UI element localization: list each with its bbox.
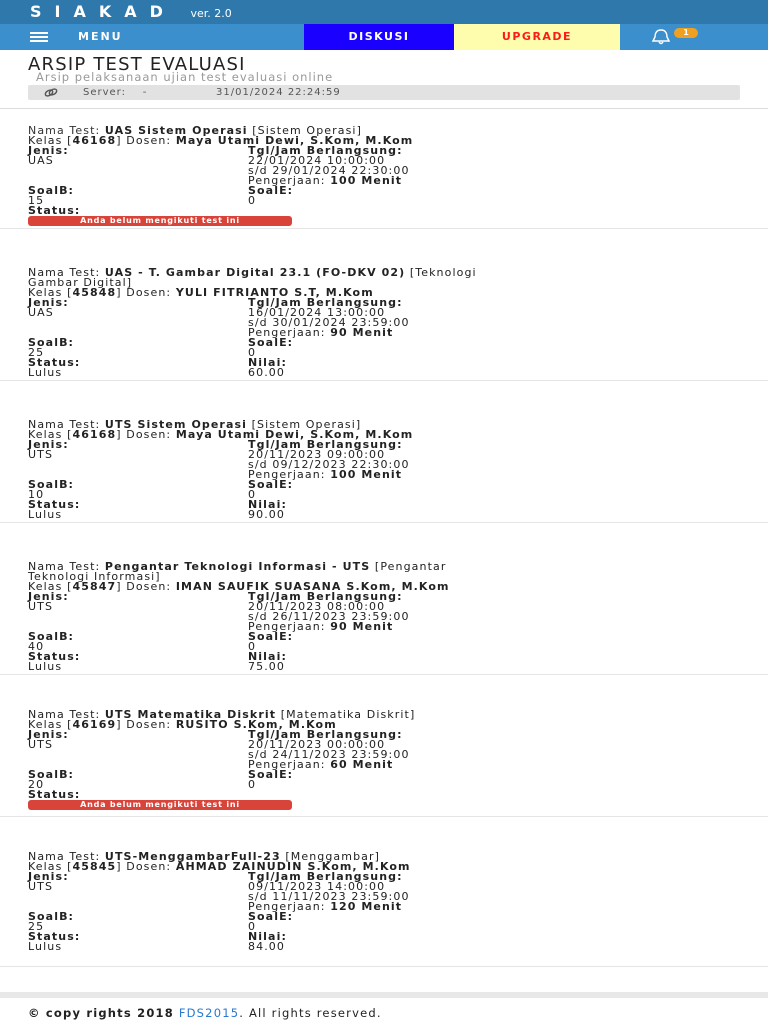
brand-name: SIAKAD	[30, 2, 176, 21]
test-card: Nama Test: Pengantar Teknologi Informasi…	[0, 522, 768, 675]
footer: © copy rights 2018 FDS2015. All rights r…	[0, 992, 768, 1024]
nav-bar: MENU DISKUSI UPGRADE 1	[0, 24, 768, 50]
nilai-value: 90.00	[248, 508, 285, 521]
not-taken-badge: Anda belum mengikuti test ini	[28, 800, 292, 810]
status-value: Lulus	[28, 366, 63, 379]
diskusi-button[interactable]: DISKUSI	[304, 24, 454, 50]
jenis-value: UTS	[28, 738, 54, 751]
not-taken-badge: Anda belum mengikuti test ini	[28, 216, 292, 226]
bell-icon[interactable]	[650, 29, 672, 45]
nilai-value: 60.00	[248, 366, 285, 379]
jenis-value: UAS	[28, 154, 54, 167]
test-card: Nama Test: UTS Sistem Operasi [Sistem Op…	[0, 380, 768, 523]
link-icon	[44, 88, 58, 97]
notification-badge: 1	[674, 28, 698, 38]
top-bar: SIAKAD ver. 2.0	[0, 0, 768, 24]
server-time: 31/01/2024 22:24:59	[216, 87, 341, 98]
jenis-value: UAS	[28, 306, 54, 319]
copyright-text: © copy rights 2018 FDS2015. All rights r…	[28, 1006, 382, 1020]
footer-link[interactable]: FDS2015	[179, 1006, 239, 1020]
status-value: Lulus	[28, 660, 63, 673]
menu-button[interactable]: MENU	[0, 24, 180, 50]
menu-label: MENU	[78, 30, 123, 43]
app-version: ver. 2.0	[190, 7, 232, 20]
jenis-value: UTS	[28, 880, 54, 893]
test-name-row: Nama Test: UAS - T. Gambar Digital 23.1 …	[28, 266, 477, 279]
test-card: Nama Test: UAS - T. Gambar Digital 23.1 …	[0, 228, 768, 381]
app-brand[interactable]: SIAKAD ver. 2.0	[30, 2, 232, 24]
jenis-value: UTS	[28, 448, 54, 461]
status-value: Lulus	[28, 940, 63, 953]
hamburger-icon	[30, 32, 48, 42]
page-header: ARSIP TEST EVALUASI Arsip pelaksanaan uj…	[0, 50, 768, 109]
test-card: Nama Test: UTS-MenggambarFull-23 [Mengga…	[0, 816, 768, 967]
upgrade-button[interactable]: UPGRADE	[454, 24, 620, 50]
status-value: Lulus	[28, 508, 63, 521]
soale-value: 0	[248, 194, 257, 207]
server-label: Server: -	[83, 87, 148, 98]
nilai-value: 75.00	[248, 660, 285, 673]
jenis-value: UTS	[28, 600, 54, 613]
page-subtitle: Arsip pelaksanaan ujian test evaluasi on…	[36, 70, 334, 84]
nilai-value: 84.00	[248, 940, 285, 953]
test-card: Nama Test: UTS Matematika Diskrit [Matem…	[0, 674, 768, 817]
soale-value: 0	[248, 778, 257, 791]
test-card: Nama Test: UAS Sistem Operasi [Sistem Op…	[0, 110, 768, 229]
server-info-bar: Server: - 31/01/2024 22:24:59	[28, 85, 740, 100]
